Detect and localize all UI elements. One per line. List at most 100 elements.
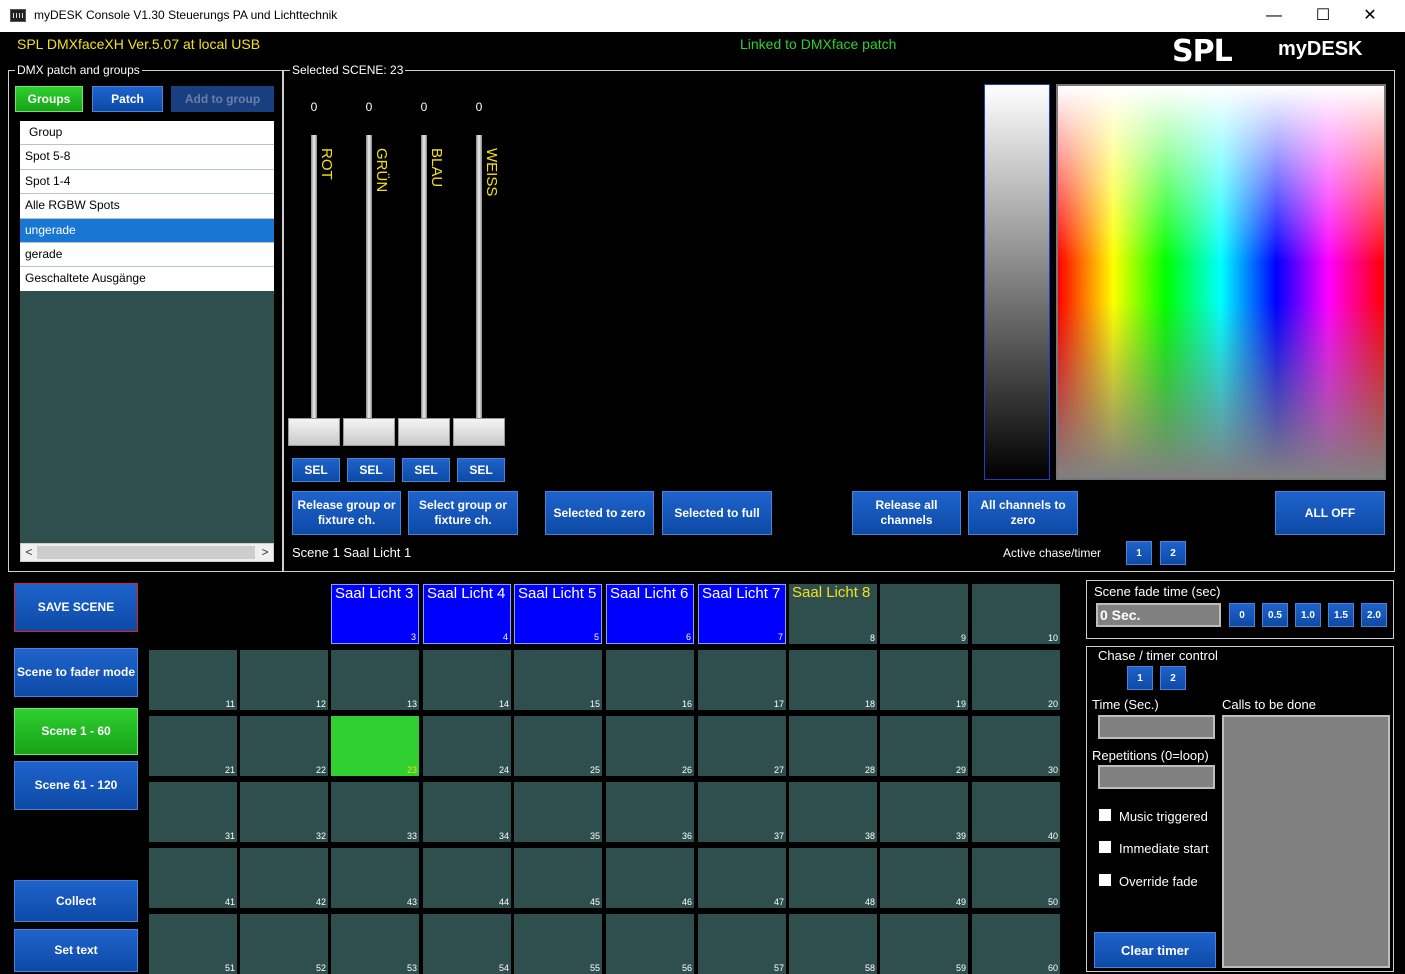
scene-button[interactable]: 57	[698, 914, 786, 974]
scene-button[interactable]: 55	[514, 914, 602, 974]
scene-button[interactable]: 23	[331, 716, 419, 776]
scene-button[interactable]: 17	[698, 650, 786, 710]
chase-1-button[interactable]: 1	[1127, 666, 1153, 690]
save-scene-button[interactable]: SAVE SCENE	[14, 583, 138, 632]
select-group-button[interactable]: Select group or fixture ch.	[408, 491, 518, 535]
fade-preset-button[interactable]: 1.5	[1328, 603, 1354, 627]
scene-button[interactable]: 35	[514, 782, 602, 842]
scene-button[interactable]: 26	[606, 716, 694, 776]
add-to-group-button[interactable]: Add to group	[171, 86, 274, 112]
scene-to-fader-mode-button[interactable]: Scene to fader mode	[14, 648, 138, 697]
fade-preset-button[interactable]: 0.5	[1262, 603, 1288, 627]
active-chase-1-button[interactable]: 1	[1126, 541, 1152, 565]
list-item[interactable]: Spot 5-8	[20, 145, 274, 170]
release-all-button[interactable]: Release all channels	[852, 491, 961, 535]
scene-button[interactable]: 48	[789, 848, 877, 908]
all-off-button[interactable]: ALL OFF	[1275, 491, 1385, 535]
fader-knob[interactable]	[398, 418, 450, 446]
fader-sel-button[interactable]: SEL	[347, 458, 395, 482]
scene-button[interactable]: Saal Licht 6 6	[606, 584, 694, 644]
scene-bank-1-button[interactable]: Scene 1 - 60	[14, 708, 138, 755]
active-chase-2-button[interactable]: 2	[1160, 541, 1186, 565]
fader-sel-button[interactable]: SEL	[292, 458, 340, 482]
scene-button[interactable]: 49	[880, 848, 968, 908]
set-text-button[interactable]: Set text	[14, 929, 138, 972]
scene-button[interactable]: 10	[972, 584, 1060, 644]
scene-button[interactable]: 9	[880, 584, 968, 644]
chase-2-button[interactable]: 2	[1160, 666, 1186, 690]
fader-knob[interactable]	[453, 418, 505, 446]
scene-button[interactable]: 15	[514, 650, 602, 710]
list-item[interactable]: gerade	[20, 243, 274, 268]
scene-button[interactable]: 28	[789, 716, 877, 776]
fader-knob[interactable]	[343, 418, 395, 446]
scene-button[interactable]: 31	[149, 782, 237, 842]
scene-button[interactable]: 59	[880, 914, 968, 974]
scene-button[interactable]: 47	[698, 848, 786, 908]
fader-track[interactable]	[311, 135, 317, 420]
scene-button[interactable]: 21	[149, 716, 237, 776]
list-item-selected[interactable]: ungerade	[20, 218, 274, 243]
scroll-right-icon[interactable]: >	[258, 545, 272, 559]
scene-button[interactable]: 45	[514, 848, 602, 908]
scene-button[interactable]: 58	[789, 914, 877, 974]
scroll-left-icon[interactable]: <	[22, 545, 36, 559]
fade-preset-button[interactable]: 1.0	[1295, 603, 1321, 627]
scene-button[interactable]: 27	[698, 716, 786, 776]
scene-button[interactable]: 54	[423, 914, 511, 974]
scene-button[interactable]: 16	[606, 650, 694, 710]
scene-button[interactable]: 39	[880, 782, 968, 842]
collect-button[interactable]: Collect	[14, 880, 138, 922]
scene-button[interactable]: 36	[606, 782, 694, 842]
scene-button[interactable]: Saal Licht 3 3	[331, 584, 419, 644]
scene-button[interactable]: 29	[880, 716, 968, 776]
list-header[interactable]: Group	[20, 121, 274, 146]
scene-button[interactable]: 52	[240, 914, 328, 974]
fader-knob[interactable]	[288, 418, 340, 446]
groups-tab-button[interactable]: Groups	[15, 86, 83, 112]
fade-preset-button[interactable]: 2.0	[1361, 603, 1387, 627]
fade-time-field[interactable]: 0 Sec.	[1096, 603, 1221, 627]
release-group-button[interactable]: Release group or fixture ch.	[292, 491, 401, 535]
patch-tab-button[interactable]: Patch	[92, 86, 163, 112]
scene-button[interactable]: 30	[972, 716, 1060, 776]
scene-button[interactable]: Saal Licht 5 5	[514, 584, 602, 644]
group-list[interactable]: Group Spot 5-8 Spot 1-4 Alle RGBW Spots …	[20, 121, 274, 292]
scene-button[interactable]: 19	[880, 650, 968, 710]
maximize-button[interactable]: ☐	[1300, 0, 1346, 32]
music-triggered-checkbox[interactable]	[1099, 809, 1111, 821]
brightness-slider[interactable]	[984, 84, 1050, 480]
scene-button[interactable]: 25	[514, 716, 602, 776]
horizontal-scrollbar[interactable]: < >	[20, 543, 274, 562]
scene-button[interactable]: 22	[240, 716, 328, 776]
fade-preset-button[interactable]: 0	[1229, 603, 1255, 627]
scene-button[interactable]: 44	[423, 848, 511, 908]
scene-button[interactable]: 13	[331, 650, 419, 710]
scene-button[interactable]: 37	[698, 782, 786, 842]
immediate-start-checkbox[interactable]	[1099, 841, 1111, 853]
scene-button[interactable]: 51	[149, 914, 237, 974]
scene-button[interactable]: 38	[789, 782, 877, 842]
scene-button[interactable]: 40	[972, 782, 1060, 842]
scene-button[interactable]: 14	[423, 650, 511, 710]
scene-button[interactable]: 46	[606, 848, 694, 908]
scene-button[interactable]: 33	[331, 782, 419, 842]
scene-button[interactable]: 53	[331, 914, 419, 974]
close-button[interactable]: ✕	[1347, 0, 1393, 32]
clear-timer-button[interactable]: Clear timer	[1094, 932, 1216, 968]
time-field[interactable]	[1098, 715, 1215, 739]
calls-list[interactable]	[1222, 715, 1390, 968]
all-channels-zero-button[interactable]: All channels to zero	[968, 491, 1078, 535]
minimize-button[interactable]: —	[1251, 0, 1297, 32]
scene-button[interactable]: 20	[972, 650, 1060, 710]
fader-track[interactable]	[421, 135, 427, 420]
scene-button[interactable]: 41	[149, 848, 237, 908]
fader-track[interactable]	[366, 135, 372, 420]
scene-button[interactable]: 42	[240, 848, 328, 908]
scene-button[interactable]: 11	[149, 650, 237, 710]
scene-button[interactable]: Saal Licht 8 8	[789, 584, 877, 644]
list-item[interactable]: Geschaltete Ausgänge	[20, 267, 274, 292]
fader-track[interactable]	[476, 135, 482, 420]
override-fade-checkbox[interactable]	[1099, 874, 1111, 886]
scene-button[interactable]: Saal Licht 7 7	[698, 584, 786, 644]
